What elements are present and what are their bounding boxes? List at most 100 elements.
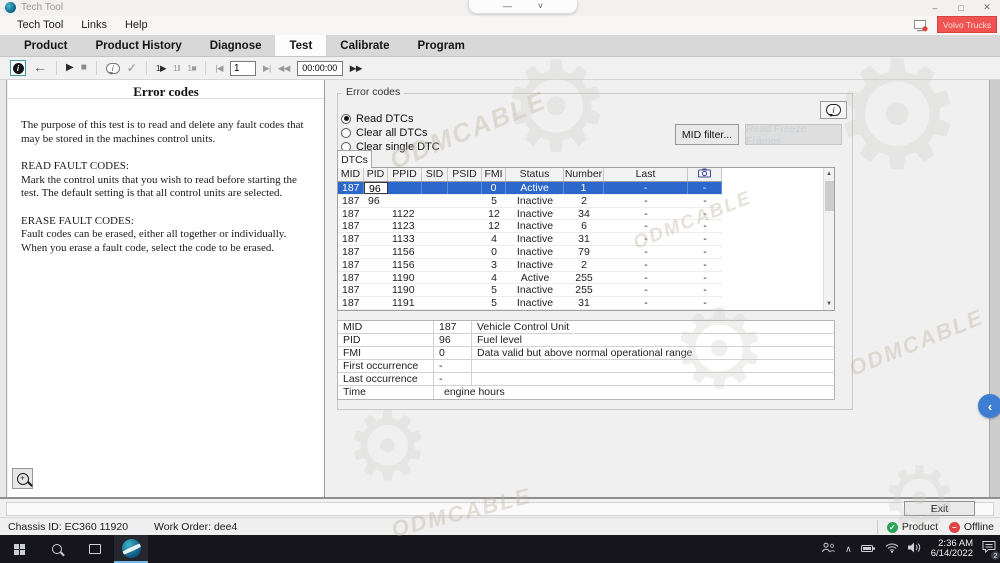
maximize-button-icon[interactable]: □ xyxy=(948,0,974,15)
table-cell[interactable] xyxy=(448,284,482,296)
table-cell[interactable]: 5 xyxy=(482,195,506,207)
col-pid[interactable]: PID xyxy=(364,168,388,181)
table-cell[interactable]: Inactive xyxy=(506,297,564,309)
skip-start-icon[interactable]: |◀ xyxy=(215,63,223,74)
table-cell[interactable] xyxy=(422,272,448,284)
table-cell[interactable]: 1190 xyxy=(388,272,422,284)
table-cell[interactable]: Inactive xyxy=(506,284,564,296)
table-cell[interactable]: 255 xyxy=(564,272,604,284)
table-cell[interactable] xyxy=(364,272,388,284)
table-row[interactable]: 18711915Inactive31-- xyxy=(338,297,722,310)
table-cell[interactable]: - xyxy=(688,284,722,296)
taskbar-search-button[interactable] xyxy=(38,535,76,563)
table-cell[interactable]: 0 xyxy=(482,246,506,258)
comment-info-icon[interactable]: i xyxy=(106,63,120,74)
tab-dtcs[interactable]: DTCs xyxy=(337,150,372,168)
table-cell[interactable]: - xyxy=(688,195,722,207)
table-cell[interactable]: - xyxy=(604,272,688,284)
table-cell[interactable]: - xyxy=(688,208,722,220)
table-cell[interactable]: Inactive xyxy=(506,233,564,245)
table-cell[interactable]: Inactive xyxy=(506,220,564,232)
table-row[interactable]: 187965Inactive2-- xyxy=(338,195,722,208)
zoom-button[interactable]: + xyxy=(12,468,33,489)
overlay-chevron-down-icon[interactable]: ˅ xyxy=(538,2,543,11)
table-cell[interactable]: - xyxy=(604,208,688,220)
table-cell[interactable]: 1191 xyxy=(388,297,422,309)
table-cell[interactable] xyxy=(448,259,482,271)
wifi-icon[interactable] xyxy=(885,540,899,558)
stop-icon[interactable]: ■ xyxy=(81,63,87,73)
table-cell[interactable]: - xyxy=(604,246,688,258)
table-cell[interactable] xyxy=(364,233,388,245)
table-cell[interactable]: 187 xyxy=(338,208,364,220)
exit-button[interactable]: Exit xyxy=(904,501,975,516)
page-number-input[interactable] xyxy=(230,61,256,76)
table-cell[interactable] xyxy=(422,220,448,232)
table-cell[interactable]: - xyxy=(688,272,722,284)
table-cell[interactable]: 187 xyxy=(338,272,364,284)
table-cell[interactable]: - xyxy=(604,182,688,194)
table-cell[interactable]: 0 xyxy=(482,182,506,194)
table-cell[interactable]: 1190 xyxy=(388,284,422,296)
table-cell[interactable] xyxy=(422,233,448,245)
table-cell[interactable] xyxy=(364,246,388,258)
table-cell[interactable]: Active xyxy=(506,182,564,194)
table-cell[interactable]: 34 xyxy=(564,208,604,220)
table-cell[interactable]: 1156 xyxy=(388,259,422,271)
table-cell[interactable]: Inactive xyxy=(506,259,564,271)
table-cell[interactable]: 1122 xyxy=(388,208,422,220)
table-cell[interactable] xyxy=(422,182,448,194)
table-cell[interactable]: 12 xyxy=(482,220,506,232)
table-cell[interactable] xyxy=(448,272,482,284)
table-row[interactable]: 187112212Inactive34-- xyxy=(338,208,722,221)
step-pause-icon[interactable]: 1‖ xyxy=(173,63,180,73)
table-cell[interactable]: - xyxy=(688,297,722,309)
table-cell[interactable]: 31 xyxy=(564,233,604,245)
table-row[interactable]: 18711563Inactive2-- xyxy=(338,259,722,272)
start-button[interactable] xyxy=(0,535,38,563)
table-cell[interactable]: 187 xyxy=(338,259,364,271)
table-cell[interactable]: - xyxy=(604,284,688,296)
tab-product-history[interactable]: Product History xyxy=(81,35,195,56)
step-play-icon[interactable]: 1▶ xyxy=(156,63,166,74)
col-sid[interactable]: SID xyxy=(422,168,448,181)
mid-filter-button[interactable]: MID filter... xyxy=(675,124,739,145)
table-cell[interactable]: 4 xyxy=(482,272,506,284)
table-cell[interactable] xyxy=(448,220,482,232)
table-cell[interactable]: 187 xyxy=(338,195,364,207)
table-cell[interactable] xyxy=(388,182,422,194)
table-cell[interactable]: 5 xyxy=(482,284,506,296)
table-cell[interactable]: - xyxy=(604,297,688,309)
table-cell[interactable]: - xyxy=(604,220,688,232)
people-icon[interactable] xyxy=(821,540,836,558)
table-cell[interactable]: 79 xyxy=(564,246,604,258)
back-arrow-icon[interactable]: ← xyxy=(33,60,47,74)
table-cell[interactable] xyxy=(422,208,448,220)
remote-overlay-toolbar[interactable]: — ˅ xyxy=(468,0,578,14)
col-number[interactable]: Number xyxy=(564,168,604,181)
dtc-table-scrollbar[interactable]: ▲ ▼ xyxy=(823,168,834,310)
table-cell[interactable] xyxy=(448,246,482,258)
table-cell[interactable] xyxy=(364,220,388,232)
table-cell[interactable]: Inactive xyxy=(506,208,564,220)
table-cell[interactable]: 255 xyxy=(564,284,604,296)
panel-info-button[interactable]: i xyxy=(820,101,847,119)
right-scroll-strip[interactable] xyxy=(989,80,1000,497)
menu-help[interactable]: Help xyxy=(116,16,157,35)
overlay-minimize-icon[interactable]: — xyxy=(503,2,512,11)
col-ppid[interactable]: PPID xyxy=(388,168,422,181)
table-row[interactable]: 187960Active1-- xyxy=(338,182,722,195)
table-row[interactable]: 18711560Inactive79-- xyxy=(338,246,722,259)
table-cell[interactable] xyxy=(364,297,388,309)
table-cell[interactable] xyxy=(422,284,448,296)
table-cell[interactable]: 187 xyxy=(338,220,364,232)
info-toggle-button[interactable]: i xyxy=(10,60,26,76)
battery-icon[interactable] xyxy=(861,540,876,558)
table-cell[interactable]: 12 xyxy=(482,208,506,220)
taskbar-clock[interactable]: 2:36 AM 6/14/2022 xyxy=(931,539,973,560)
table-cell[interactable]: 96 xyxy=(364,195,388,207)
table-cell[interactable] xyxy=(422,297,448,309)
close-button-icon[interactable]: ✕ xyxy=(974,0,1000,15)
table-cell[interactable] xyxy=(448,233,482,245)
radio-button-icon[interactable] xyxy=(341,114,351,124)
